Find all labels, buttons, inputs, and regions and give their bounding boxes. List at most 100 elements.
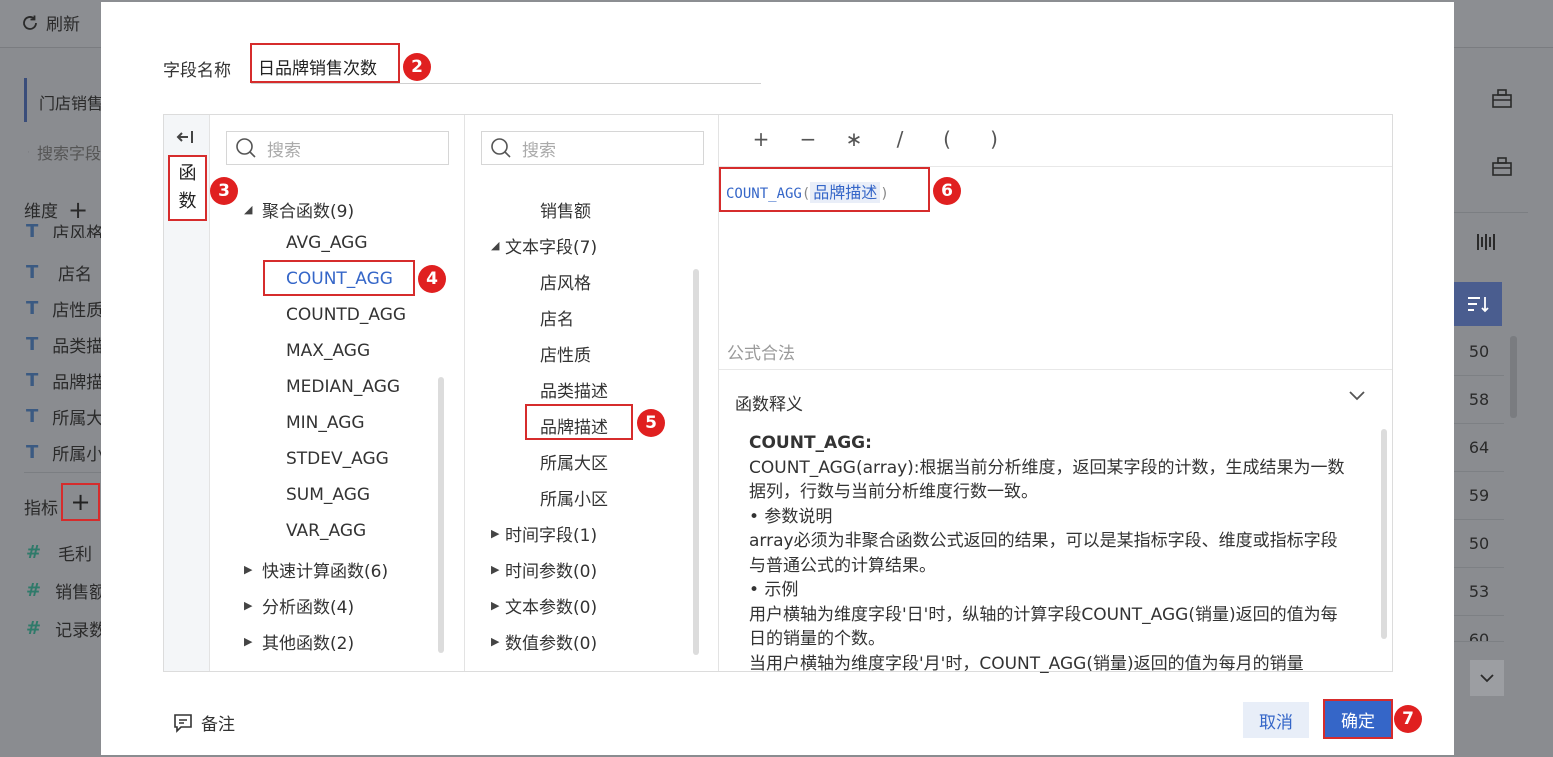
number-type-icon: # bbox=[26, 542, 42, 563]
dataset-tab[interactable]: 门店销售 bbox=[24, 78, 104, 122]
tree-group[interactable]: ▶ 时间参数(0) bbox=[491, 557, 597, 582]
search-icon bbox=[28, 151, 29, 153]
field-item[interactable]: 品类描述 bbox=[540, 377, 608, 402]
scroll-down-button[interactable] bbox=[1470, 660, 1504, 696]
puzzle-icon[interactable] bbox=[1482, 146, 1522, 186]
metric-item-label: 毛利 bbox=[58, 545, 92, 565]
dimension-item-label: 品牌描述 bbox=[52, 373, 101, 393]
step-badge: 4 bbox=[418, 265, 446, 293]
explain-scrollbar[interactable] bbox=[1381, 429, 1387, 639]
field-item[interactable]: 所属小区 bbox=[540, 485, 608, 510]
close-paren-button[interactable]: ) bbox=[979, 127, 1009, 151]
dimension-item[interactable]: T 所属小区 bbox=[26, 440, 101, 465]
minus-button[interactable]: − bbox=[793, 127, 823, 151]
function-item[interactable]: MIN_AGG bbox=[286, 413, 365, 433]
formula-editor: + − ∗ / ( ) COUNT_AGG(品牌描述) 公式合法 函数释义 CO… bbox=[719, 115, 1392, 674]
tree-group-aggregate[interactable]: ◢ 聚合函数(9) bbox=[244, 197, 354, 222]
table-cell: 50 bbox=[1454, 328, 1504, 376]
tree-group[interactable]: ▶ 数值参数(0) bbox=[491, 629, 597, 654]
tree-group[interactable]: ▶ 其他函数(2) bbox=[244, 629, 354, 654]
dimension-item-label: 店性质 bbox=[52, 301, 101, 321]
function-item[interactable]: AVG_AGG bbox=[286, 233, 368, 253]
field-list-scrollbar[interactable] bbox=[693, 269, 699, 655]
dimension-item[interactable]: T 品牌描述 bbox=[26, 368, 101, 393]
metric-item[interactable]: # 记录数 bbox=[26, 616, 101, 641]
search-icon bbox=[491, 138, 511, 158]
explain-line: COUNT_AGG(array):根据当前分析维度，返回某字段的计数，生成结果为… bbox=[749, 457, 1345, 503]
metric-item[interactable]: # 毛利 bbox=[26, 540, 101, 565]
puzzle-icon[interactable] bbox=[1482, 78, 1522, 118]
step-badge: 7 bbox=[1394, 705, 1422, 733]
chevron-down-icon[interactable] bbox=[1348, 390, 1366, 402]
dimension-item-label: 店风格 bbox=[52, 224, 101, 238]
barcode-icon[interactable] bbox=[1466, 222, 1506, 262]
metric-item[interactable]: # 销售额 bbox=[26, 578, 101, 603]
field-search-input[interactable]: 搜索 bbox=[481, 131, 704, 165]
metric-section: 指标 bbox=[24, 494, 58, 519]
tree-group-text-fields[interactable]: ◢ 文本字段(7) bbox=[491, 233, 597, 258]
tree-group-label: 分析函数(4) bbox=[262, 598, 355, 618]
confirm-button[interactable]: 确定 bbox=[1323, 699, 1393, 739]
collapsed-arrow-icon: ▶ bbox=[244, 599, 253, 612]
text-type-icon: T bbox=[26, 442, 39, 463]
background-search[interactable]: 搜索字段 bbox=[28, 140, 101, 164]
dimension-item[interactable]: T 品类描述 bbox=[26, 332, 101, 357]
refresh-button[interactable]: 刷新 bbox=[20, 10, 80, 35]
expanded-arrow-icon: ◢ bbox=[491, 239, 500, 252]
metric-item-label: 记录数 bbox=[55, 621, 101, 641]
formula-input[interactable]: COUNT_AGG(品牌描述) bbox=[719, 167, 930, 212]
tree-group[interactable]: ▶ 时间字段(1) bbox=[491, 521, 597, 546]
function-item[interactable]: MAX_AGG bbox=[286, 341, 370, 361]
text-type-icon: T bbox=[26, 224, 39, 238]
dimension-section: 维度 + bbox=[24, 197, 88, 223]
field-search-placeholder: 搜索 bbox=[522, 140, 556, 161]
function-search-input[interactable]: 搜索 bbox=[226, 131, 449, 165]
plus-button[interactable]: + bbox=[746, 127, 776, 151]
sort-button[interactable] bbox=[1454, 282, 1502, 326]
multiply-button[interactable]: ∗ bbox=[839, 127, 869, 151]
open-paren-button[interactable]: ( bbox=[932, 127, 962, 151]
tab-functions[interactable]: 函 数 bbox=[168, 155, 207, 221]
number-type-icon: # bbox=[26, 580, 42, 601]
formula-field-token[interactable]: 品牌描述 bbox=[810, 182, 881, 203]
function-item[interactable]: VAR_AGG bbox=[286, 521, 366, 541]
function-explain-header[interactable]: 函数释义 bbox=[719, 369, 1392, 423]
function-list: 搜索 ◢ 聚合函数(9) AVG_AGG COUNT_AGG COUNTD_AGG… bbox=[210, 115, 465, 671]
add-metric-button[interactable]: + bbox=[61, 483, 100, 521]
tab-functions-char: 数 bbox=[178, 191, 197, 212]
field-item[interactable]: 店性质 bbox=[540, 341, 591, 366]
tree-group-label: 其他函数(2) bbox=[262, 634, 355, 654]
field-item[interactable]: 销售额 bbox=[540, 197, 591, 222]
function-item[interactable]: COUNTD_AGG bbox=[286, 305, 406, 325]
collapse-icon[interactable] bbox=[176, 129, 194, 145]
tree-group[interactable]: ▶ 文本参数(0) bbox=[491, 593, 597, 618]
metric-section-label: 指标 bbox=[24, 499, 58, 519]
field-item[interactable]: 店名 bbox=[540, 305, 574, 330]
tree-group[interactable]: ▶ 分析函数(4) bbox=[244, 593, 354, 618]
field-name-input[interactable]: 日品牌销售次数 bbox=[250, 43, 400, 83]
formula-function: COUNT_AGG bbox=[726, 186, 802, 202]
dimension-item[interactable]: T 店性质 bbox=[26, 296, 101, 321]
explain-line: 当用户横轴为维度字段'月'时，COUNT_AGG(销量)返回的值为每月的销量 bbox=[749, 653, 1304, 674]
function-item[interactable]: SUM_AGG bbox=[286, 485, 370, 505]
function-explain-title: 函数释义 bbox=[735, 395, 803, 415]
add-dimension-icon[interactable]: + bbox=[68, 198, 88, 222]
dimension-item[interactable]: T 店风格 bbox=[26, 224, 101, 238]
tree-group[interactable]: ▶ 快速计算函数(6) bbox=[244, 557, 388, 582]
dimension-item[interactable]: T 所属大区 bbox=[26, 404, 101, 429]
divide-button[interactable]: / bbox=[885, 127, 915, 151]
table-cell: 60 bbox=[1454, 616, 1504, 642]
field-item[interactable]: 所属大区 bbox=[540, 449, 608, 474]
field-item[interactable]: 店风格 bbox=[540, 269, 591, 294]
computed-number-icon: # bbox=[26, 618, 42, 639]
notes-button[interactable]: 备注 bbox=[173, 710, 235, 735]
function-item[interactable]: MEDIAN_AGG bbox=[286, 377, 400, 397]
tree-group-label: 文本字段(7) bbox=[505, 238, 598, 258]
dimension-item[interactable]: T 店名 bbox=[26, 260, 101, 285]
cancel-button[interactable]: 取消 bbox=[1243, 702, 1309, 738]
text-type-icon: T bbox=[26, 334, 39, 355]
function-item[interactable]: STDEV_AGG bbox=[286, 449, 389, 469]
function-list-scrollbar[interactable] bbox=[438, 377, 444, 653]
step-badge: 6 bbox=[933, 177, 961, 205]
table-scrollbar[interactable] bbox=[1510, 336, 1517, 418]
